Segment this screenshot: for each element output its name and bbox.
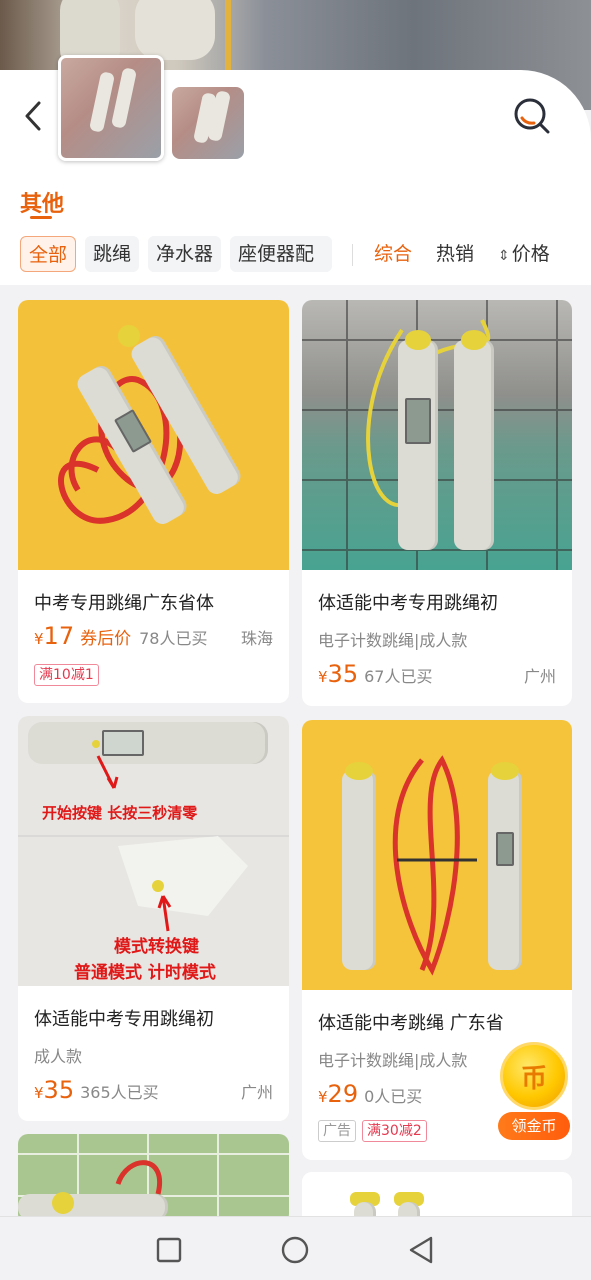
sort-arrows-icon: ⇕ — [498, 248, 510, 264]
product-card[interactable]: 中考专用跳绳广东省体 ¥ 17 券后价 78人已买 珠海 满10减1 — [18, 300, 289, 703]
product-image — [302, 720, 572, 990]
category-title: 其他 — [20, 192, 65, 217]
recent-apps-button[interactable] — [152, 1233, 186, 1267]
currency-symbol: ¥ — [34, 630, 44, 648]
chip-toilet-parts[interactable]: 座便器配 — [230, 236, 333, 272]
product-card[interactable]: 体适能中考专用跳绳初 电子计数跳绳|成人款 ¥ 35 67人已买 广州 — [302, 300, 572, 706]
sort-overall[interactable]: 综合 — [374, 240, 412, 270]
chips-divider — [352, 244, 353, 266]
triangle-back-icon — [409, 1236, 433, 1264]
circle-icon — [281, 1236, 309, 1264]
promo-tags: 满10减1 — [34, 664, 99, 686]
system-navigation-bar — [0, 1216, 591, 1280]
coupon-price-label: 券后价 — [80, 629, 132, 649]
chevron-left-icon — [25, 101, 41, 131]
square-icon — [156, 1237, 182, 1263]
price-row: ¥ 17 券后价 78人已买 珠海 — [34, 622, 273, 650]
price: 35 — [43, 1076, 75, 1104]
price: 29 — [327, 1080, 359, 1108]
filter-chips: 全部 跳绳 净水器 座便器配 — [20, 236, 333, 272]
currency-symbol: ¥ — [34, 1084, 44, 1102]
sold-count: 78人已买 — [139, 629, 208, 648]
product-title: 体适能中考跳绳 广东省 — [318, 1013, 504, 1034]
image-annotation: 普通模式 计时模式 — [74, 963, 216, 983]
gallery-thumbnail-selected[interactable] — [58, 55, 164, 161]
product-image — [18, 300, 289, 570]
gallery-thumbnail[interactable] — [172, 87, 244, 159]
discount-tag: 满30减2 — [362, 1120, 427, 1142]
location: 广州 — [523, 667, 556, 686]
image-annotation: 开始按键 长按三秒清零 — [42, 804, 198, 822]
sold-count: 0人已买 — [364, 1087, 423, 1106]
category-title-underline — [30, 216, 52, 219]
product-image: 开始按键 长按三秒清零 模式转换键 普通模式 计时模式 — [18, 716, 289, 986]
back-button[interactable] — [18, 98, 48, 134]
coin-icon: 币 — [500, 1042, 568, 1110]
price-row: ¥ 35 365人已买 广州 — [34, 1076, 273, 1104]
product-subtitle: 电子计数跳绳|成人款 — [318, 631, 468, 650]
product-card[interactable] — [18, 1134, 289, 1224]
price: 35 — [327, 660, 359, 688]
location: 广州 — [240, 1083, 273, 1102]
gold-coin-widget[interactable]: 币 领金币 — [494, 1042, 574, 1142]
sold-count: 365人已买 — [80, 1083, 159, 1102]
sort-hot[interactable]: 热销 — [436, 240, 474, 270]
search-icon — [514, 98, 550, 134]
product-title: 体适能中考专用跳绳初 — [34, 1009, 214, 1030]
image-annotation: 模式转换键 — [114, 937, 199, 957]
sold-count: 67人已买 — [364, 667, 433, 686]
sort-price-label: 价格 — [511, 243, 550, 265]
discount-tag: 满10减1 — [34, 664, 99, 686]
promo-tags: 广告 满30减2 — [318, 1120, 427, 1142]
product-title: 体适能中考专用跳绳初 — [318, 593, 498, 614]
product-card[interactable]: 开始按键 长按三秒清零 模式转换键 普通模式 计时模式 体适能中考专用跳绳初 成… — [18, 716, 289, 1121]
chip-all[interactable]: 全部 — [20, 236, 77, 272]
coin-glyph: 币 — [520, 1063, 547, 1094]
chip-jump-rope[interactable]: 跳绳 — [85, 236, 140, 272]
currency-symbol: ¥ — [318, 668, 328, 686]
price: 17 — [43, 622, 75, 650]
currency-symbol: ¥ — [318, 1088, 328, 1106]
sort-price[interactable]: ⇕ 价格 — [498, 240, 550, 270]
product-image — [302, 300, 572, 570]
claim-coin-button[interactable]: 领金币 — [498, 1112, 570, 1140]
sort-options: 综合 热销 ⇕ 价格 — [374, 240, 550, 270]
back-nav-button[interactable] — [404, 1233, 438, 1267]
ad-tag: 广告 — [318, 1120, 356, 1142]
location: 珠海 — [240, 629, 273, 648]
product-subtitle: 电子计数跳绳|成人款 — [318, 1051, 468, 1070]
product-subtitle: 成人款 — [34, 1047, 83, 1066]
product-title: 中考专用跳绳广东省体 — [34, 593, 214, 614]
chip-water-purifier[interactable]: 净水器 — [148, 236, 222, 272]
product-image — [18, 1134, 289, 1224]
price-row: ¥ 35 67人已买 广州 — [318, 660, 556, 688]
home-button[interactable] — [278, 1233, 312, 1267]
search-button[interactable] — [512, 96, 552, 136]
